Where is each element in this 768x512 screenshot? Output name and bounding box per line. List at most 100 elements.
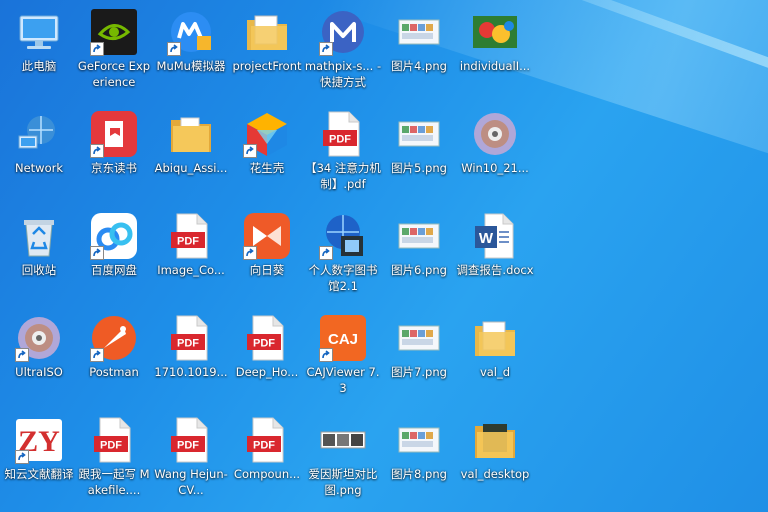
nvidia-icon: [90, 8, 138, 56]
desktop-icon-label: Deep_Ho...: [235, 365, 299, 379]
svg-text:PDF: PDF: [329, 134, 351, 146]
desktop-icon[interactable]: 图片5.png: [380, 102, 458, 200]
desktop-icon[interactable]: PDF Deep_Ho...: [228, 306, 306, 404]
desktop-icon-label: 【34 注意力机制】.pdf: [305, 161, 381, 191]
desktop-icon[interactable]: PDF Wang Hejun-CV...: [152, 408, 230, 506]
folder-doc-icon: [243, 8, 291, 56]
postman-icon: [90, 314, 138, 362]
desktop-icon[interactable]: 个人数字图书馆2.1: [304, 204, 382, 302]
desktop-icon[interactable]: 爱因斯坦对比图.png: [304, 408, 382, 506]
desktop-icon[interactable]: mathpix-s... - 快捷方式: [304, 0, 382, 98]
desktop: 此电脑 GeForce Experience MuMu模拟器 projectFront…: [0, 0, 768, 512]
image-thumb-icon: [395, 8, 443, 56]
desktop-icon-label: Win10_21...: [461, 161, 529, 175]
desktop-icon[interactable]: Network: [0, 102, 78, 200]
desktop-icon-label: Compoun...: [233, 467, 301, 481]
desktop-icon[interactable]: 图片7.png: [380, 306, 458, 404]
pdf-icon: PDF: [243, 314, 291, 362]
disc-icon: [15, 314, 63, 362]
desktop-icon[interactable]: GeForce Experience: [75, 0, 153, 98]
desktop-icon-label: 图片7.png: [391, 365, 447, 379]
desktop-icon[interactable]: val_desktop: [456, 408, 534, 506]
desktop-icon-label: 图片4.png: [391, 59, 447, 73]
recycle-bin-icon: [15, 212, 63, 260]
shortcut-arrow-icon: [15, 450, 29, 464]
shortcut-arrow-icon: [243, 246, 257, 260]
desktop-icon-label: 花生壳: [249, 161, 285, 175]
shortcut-arrow-icon: [319, 42, 333, 56]
desktop-icon[interactable]: 百度网盘: [75, 204, 153, 302]
desktop-icon[interactable]: Postman: [75, 306, 153, 404]
zhiyun-icon: ZY: [15, 416, 63, 464]
pdf-icon: PDF: [167, 212, 215, 260]
desktop-icon-label: 知云文献翻译: [4, 467, 74, 481]
desktop-icon[interactable]: PDF Compoun...: [228, 408, 306, 506]
desktop-icon-label: 京东读书: [91, 161, 137, 175]
desktop-icon[interactable]: PDF 1710.1019...: [152, 306, 230, 404]
desktop-icon-label: Network: [14, 161, 64, 175]
digital-library-icon: [319, 212, 367, 260]
svg-text:PDF: PDF: [253, 338, 275, 350]
huashengke-icon: [243, 110, 291, 158]
desktop-icon[interactable]: individualI...: [456, 0, 534, 98]
pdf-icon: PDF: [319, 110, 367, 158]
desktop-icon-label: 图片5.png: [391, 161, 447, 175]
disc-icon: [471, 110, 519, 158]
desktop-icon-label: Image_Co...: [157, 263, 225, 277]
desktop-icon[interactable]: 花生壳: [228, 102, 306, 200]
pdf-icon: PDF: [167, 416, 215, 464]
shortcut-arrow-icon: [319, 348, 333, 362]
desktop-icon[interactable]: CAJ CAJViewer 7.3: [304, 306, 382, 404]
shortcut-arrow-icon: [90, 42, 104, 56]
network-icon: [15, 110, 63, 158]
folder-icon: [167, 110, 215, 158]
desktop-icon-label: individualI...: [459, 59, 531, 73]
desktop-icon-label: 百度网盘: [91, 263, 137, 277]
desktop-icon[interactable]: 此电脑: [0, 0, 78, 98]
desktop-icon[interactable]: projectFront: [228, 0, 306, 98]
desktop-icon-label: 调查报告.docx: [456, 263, 534, 277]
desktop-icon[interactable]: 图片4.png: [380, 0, 458, 98]
cajviewer-icon: CAJ: [319, 314, 367, 362]
desktop-icon[interactable]: ZY 知云文献翻译: [0, 408, 78, 506]
desktop-icon[interactable]: 京东读书: [75, 102, 153, 200]
shortcut-arrow-icon: [90, 144, 104, 158]
desktop-icon-label: Wang Hejun-CV...: [154, 467, 228, 497]
desktop-icon[interactable]: 回收站: [0, 204, 78, 302]
desktop-icon[interactable]: UltraISO: [0, 306, 78, 404]
shortcut-arrow-icon: [15, 348, 29, 362]
image-strip-icon: [319, 416, 367, 464]
desktop-icon-label: projectFront: [232, 59, 302, 73]
folder-doc-icon: [471, 314, 519, 362]
desktop-icon[interactable]: PDF 跟我一起写 Makefile....: [75, 408, 153, 506]
svg-text:PDF: PDF: [253, 440, 275, 452]
mathpix-icon: [319, 8, 367, 56]
desktop-icon[interactable]: PDF Image_Co...: [152, 204, 230, 302]
image-thumb-icon: [395, 110, 443, 158]
desktop-icon[interactable]: Win10_21...: [456, 102, 534, 200]
shortcut-arrow-icon: [90, 348, 104, 362]
desktop-icon[interactable]: 图片8.png: [380, 408, 458, 506]
folder-dark-icon: [471, 416, 519, 464]
baidu-netdisk-icon: [90, 212, 138, 260]
desktop-icon-label: 1710.1019...: [154, 365, 228, 379]
shortcut-arrow-icon: [90, 246, 104, 260]
desktop-icon[interactable]: 图片6.png: [380, 204, 458, 302]
desktop-icon[interactable]: W 调查报告.docx: [456, 204, 534, 302]
desktop-icon[interactable]: 向日葵: [228, 204, 306, 302]
desktop-icon-label: MuMu模拟器: [156, 59, 226, 73]
shortcut-arrow-icon: [319, 246, 333, 260]
desktop-icon[interactable]: val_d: [456, 306, 534, 404]
desktop-icon[interactable]: Abiqu_Assi...: [152, 102, 230, 200]
desktop-icon[interactable]: PDF 【34 注意力机制】.pdf: [304, 102, 382, 200]
desktop-icon-label: 图片8.png: [391, 467, 447, 481]
desktop-icon-label: 回收站: [21, 263, 57, 277]
desktop-icon-label: 向日葵: [249, 263, 285, 277]
desktop-icon-label: GeForce Experience: [77, 59, 151, 89]
desktop-icon[interactable]: MuMu模拟器: [152, 0, 230, 98]
desktop-icon-label: 爱因斯坦对比图.png: [308, 467, 378, 497]
desktop-icon-label: 个人数字图书馆2.1: [308, 263, 378, 293]
pdf-icon: PDF: [243, 416, 291, 464]
desktop-icon-label: 图片6.png: [391, 263, 447, 277]
desktop-icon-label: CAJViewer 7.3: [306, 365, 380, 395]
